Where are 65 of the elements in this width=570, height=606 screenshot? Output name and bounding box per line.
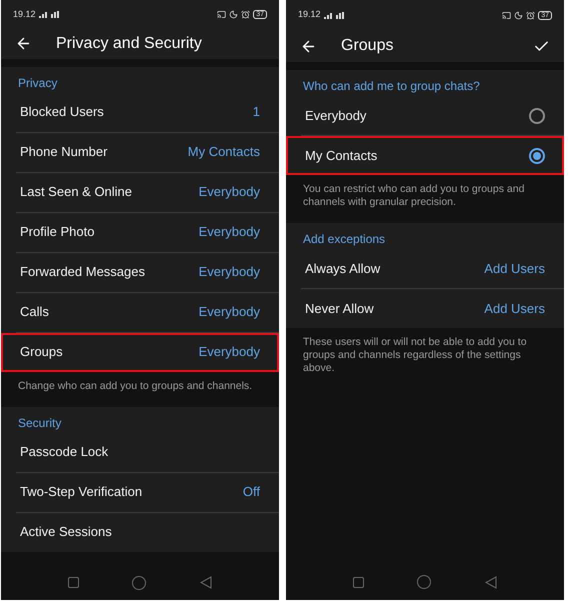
back-triangle-icon[interactable]: [200, 576, 212, 590]
section-title: Security: [17, 414, 62, 431]
row-value: Everybody: [198, 183, 260, 202]
settings-row[interactable]: Passcode Lock: [1, 432, 279, 472]
row-label: Active Sessions: [20, 523, 112, 542]
home-icon[interactable]: [417, 575, 432, 589]
row-label: Two-Step Verification: [20, 483, 142, 502]
alarm-icon: [526, 10, 536, 20]
settings-row[interactable]: Always Allow Add Users: [286, 249, 564, 288]
radio-selected[interactable]: [529, 148, 545, 164]
row-label: Passcode Lock: [20, 443, 108, 462]
row-value: Add Users: [484, 260, 545, 278]
row-label: Blocked Users: [20, 103, 104, 122]
home-icon[interactable]: [132, 576, 146, 590]
header-title: Privacy and Security: [56, 34, 203, 54]
signal-icon: [324, 12, 346, 18]
settings-row[interactable]: Two-Step Verification Off: [1, 472, 279, 512]
row-value: Everybody: [198, 303, 260, 322]
row-label: Profile Photo: [20, 223, 94, 242]
row-value: Off: [242, 483, 260, 502]
section-hint: These users will or will not be able to add you to groups and channels regardless of the settings above.: [302, 335, 528, 376]
row-value: My Contacts: [188, 143, 260, 162]
header-title: Groups: [341, 36, 394, 56]
row-label: Groups: [20, 343, 63, 362]
section-hint: Change who can add you to groups and channels.: [17, 378, 254, 394]
row-value: 1: [252, 103, 260, 122]
section-title: Add exceptions: [302, 231, 386, 247]
row-value: Everybody: [198, 263, 260, 282]
back-triangle-icon[interactable]: [485, 576, 498, 588]
settings-row[interactable]: Last Seen & Online Everybody: [1, 172, 279, 212]
row-value: Add Users: [484, 300, 545, 318]
row-label: Always Allow: [305, 260, 380, 278]
cast-icon: [217, 10, 226, 19]
row-label: Forwarded Messages: [20, 263, 145, 282]
settings-row[interactable]: Everybody: [286, 96, 564, 135]
settings-row[interactable]: Blocked Users 1: [1, 92, 279, 132]
moon-icon: [229, 10, 238, 19]
settings-row[interactable]: Active Sessions: [1, 512, 279, 552]
settings-row[interactable]: My Contacts: [286, 136, 564, 175]
row-label: Everybody: [305, 106, 366, 125]
row-label: Never Allow: [305, 300, 374, 318]
row-label: Phone Number: [20, 143, 108, 162]
recent-apps-icon[interactable]: [352, 576, 364, 588]
section-title: Privacy: [17, 74, 58, 91]
row-value: Everybody: [198, 223, 260, 242]
settings-row[interactable]: Groups Everybody: [1, 332, 279, 372]
alarm-icon: [241, 10, 250, 19]
settings-row[interactable]: Never Allow Add Users: [286, 289, 564, 328]
moon-icon: [514, 10, 524, 20]
settings-row[interactable]: Phone Number My Contacts: [1, 132, 279, 172]
section-hint: You can restrict who can add you to groups and channels with granular precision.: [302, 182, 526, 210]
signal-icon: [38, 10, 61, 18]
recent-apps-icon[interactable]: [68, 577, 79, 588]
row-value: Everybody: [198, 343, 260, 362]
row-label: Calls: [20, 303, 49, 322]
row-label: My Contacts: [305, 146, 378, 165]
status-time: 19.12: [298, 8, 321, 22]
section-title: Who can add me to group chats?: [302, 78, 481, 94]
status-time: 19.12: [13, 8, 36, 21]
settings-row[interactable]: Forwarded Messages Everybody: [1, 252, 279, 292]
row-label: Last Seen & Online: [20, 183, 132, 202]
radio-unselected[interactable]: [529, 108, 545, 124]
settings-row[interactable]: Calls Everybody: [1, 292, 279, 332]
cast-icon: [502, 10, 512, 20]
settings-row[interactable]: Profile Photo Everybody: [1, 212, 279, 252]
